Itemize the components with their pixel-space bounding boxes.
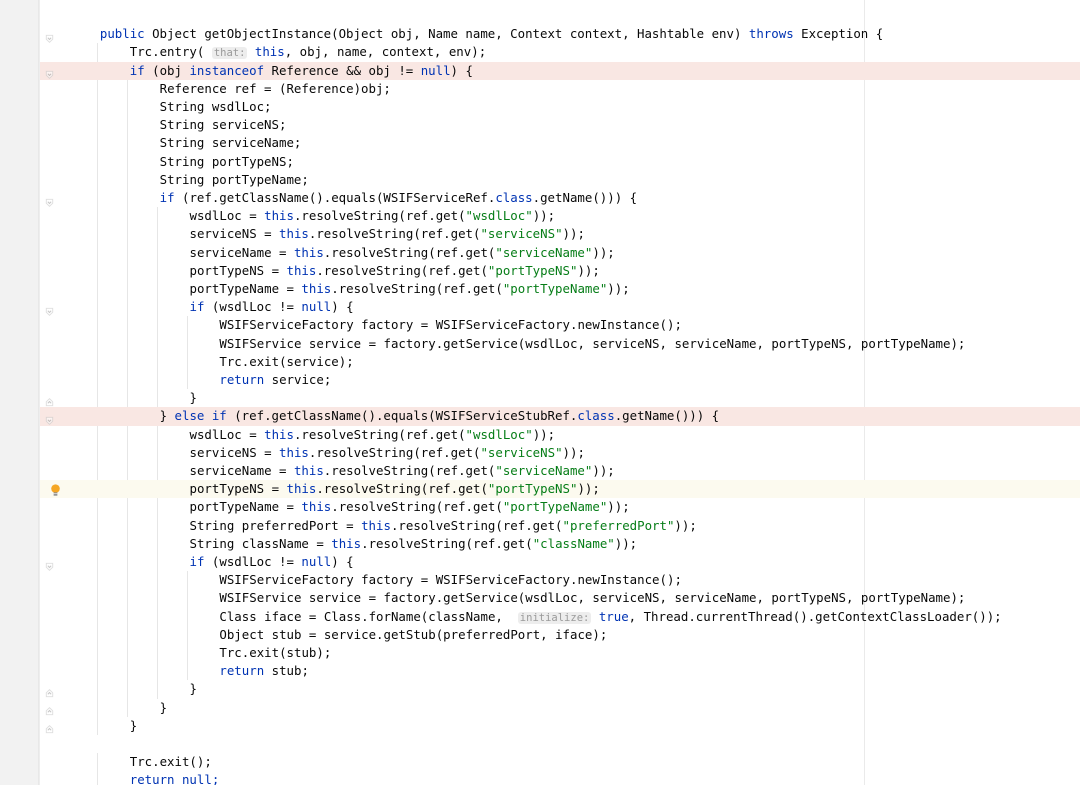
intention-bulb-icon[interactable] <box>49 482 62 496</box>
fold-expand-icon[interactable] <box>44 702 55 716</box>
fold-collapse-icon[interactable] <box>44 193 55 207</box>
fold-expand-icon[interactable] <box>44 393 55 406</box>
fold-expand-icon[interactable] <box>44 684 55 698</box>
fold-region-line <box>39 0 40 785</box>
fold-collapse-icon[interactable] <box>44 557 55 571</box>
editor-gutter[interactable] <box>0 0 38 785</box>
fold-collapse-icon[interactable] <box>44 29 55 43</box>
fold-expand-icon[interactable] <box>44 720 55 734</box>
fold-collapse-icon[interactable] <box>44 411 55 425</box>
code-editor[interactable]: public Object getObjectInstance(Object o… <box>0 0 1080 785</box>
fold-collapse-icon[interactable] <box>44 65 55 80</box>
fold-collapse-icon[interactable] <box>44 302 55 316</box>
gutter-content-layer[interactable]: 2324252627282930313233343536373839404142… <box>0 0 1080 785</box>
